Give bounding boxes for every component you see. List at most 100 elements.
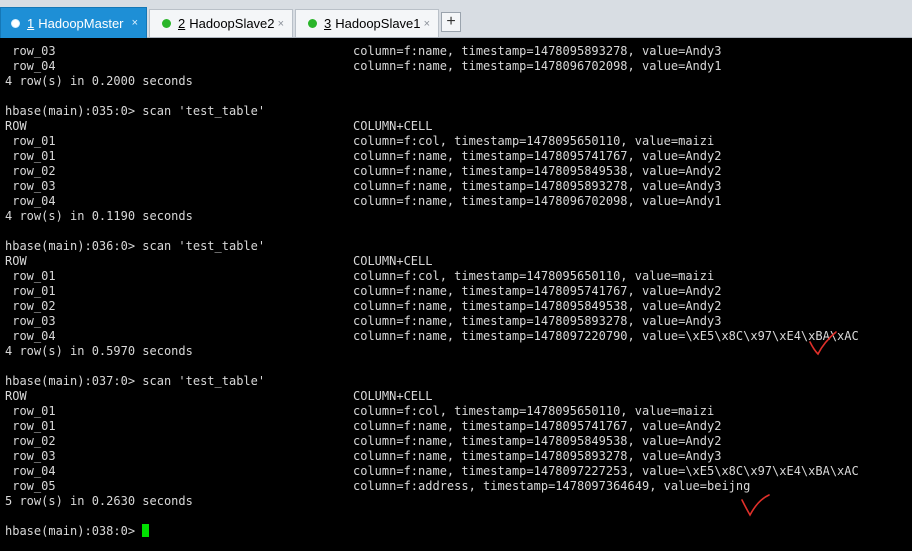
terminal-line: row_01 column=f:name, timestamp=147809574…: [5, 419, 721, 434]
line-text: 4 row(s) in 0.5970 seconds: [5, 344, 193, 358]
terminal-line: row_03 column=f:name, timestamp=147809589…: [5, 44, 721, 59]
terminal-line: 4 row(s) in 0.2000 seconds: [5, 74, 193, 89]
line-text: row_03: [5, 179, 56, 193]
terminal-line: 5 row(s) in 0.2630 seconds: [5, 494, 193, 509]
line-text: row_02: [5, 164, 56, 178]
terminal-line: row_01 column=f:col, timestamp=1478095650…: [5, 404, 714, 419]
terminal-line: row_04 column=f:name, timestamp=147809722…: [5, 464, 859, 479]
line-text: row_01: [5, 284, 56, 298]
line-text: 5 row(s) in 0.2630 seconds: [5, 494, 193, 508]
terminal-line: ROW COLUMN+CELL: [5, 389, 432, 404]
tab-bar: 1 HadoopMaster × 2 HadoopSlave2 × 3 Hado…: [0, 0, 912, 38]
column-cell-text: column=f:name, timestamp=1478095741767, …: [353, 419, 722, 433]
column-cell-text: column=f:col, timestamp=1478095650110, v…: [353, 269, 715, 283]
column-cell-text: column=f:address, timestamp=147809736464…: [353, 479, 751, 493]
line-text: 4 row(s) in 0.2000 seconds: [5, 74, 193, 88]
column-cell-text: COLUMN+CELL: [353, 389, 433, 403]
line-text: row_01: [5, 419, 56, 433]
terminal-line: row_02 column=f:name, timestamp=147809584…: [5, 164, 721, 179]
terminal-line: row_01 column=f:name, timestamp=147809574…: [5, 149, 721, 164]
column-cell-text: column=f:name, timestamp=1478095893278, …: [353, 449, 722, 463]
line-text: row_03: [5, 44, 56, 58]
tab-number: 1: [27, 15, 35, 31]
new-tab-button[interactable]: +: [441, 12, 461, 32]
line-text: row_04: [5, 194, 56, 208]
tab-label: HadoopMaster: [38, 15, 124, 31]
terminal-line: hbase(main):037:0> scan 'test_table': [5, 374, 265, 389]
line-text: row_03: [5, 314, 56, 328]
column-cell-text: column=f:name, timestamp=1478096702098, …: [353, 59, 722, 73]
terminal-line: row_01 column=f:col, timestamp=1478095650…: [5, 269, 714, 284]
connected-status-icon: [11, 18, 20, 28]
column-cell-text: column=f:col, timestamp=1478095650110, v…: [353, 134, 715, 148]
column-cell-text: column=f:col, timestamp=1478095650110, v…: [353, 404, 715, 418]
line-text: row_04: [5, 329, 56, 343]
tab-number: 3: [324, 16, 332, 31]
line-text: ROW: [5, 119, 27, 133]
close-icon[interactable]: ×: [424, 18, 430, 30]
column-cell-text: column=f:name, timestamp=1478095893278, …: [353, 179, 722, 193]
line-text: row_01: [5, 149, 56, 163]
terminal-line: row_03 column=f:name, timestamp=147809589…: [5, 179, 721, 194]
connected-status-icon: [162, 19, 171, 28]
terminal-line: ROW COLUMN+CELL: [5, 119, 432, 134]
line-text: row_02: [5, 299, 56, 313]
check-mark-annotation: [741, 494, 770, 517]
tab-hadoopslave2[interactable]: 2 HadoopSlave2 ×: [149, 9, 293, 37]
terminal-line: row_02 column=f:name, timestamp=147809584…: [5, 299, 721, 314]
column-cell-text: column=f:name, timestamp=1478095893278, …: [353, 314, 722, 328]
line-text: hbase(main):037:0> scan 'test_table': [5, 374, 266, 388]
line-text: row_04: [5, 59, 56, 73]
column-cell-text: column=f:name, timestamp=1478097227253, …: [353, 464, 859, 478]
terminal-line: row_04 column=f:name, timestamp=147809670…: [5, 194, 721, 209]
terminal-line: row_01 column=f:col, timestamp=1478095650…: [5, 134, 714, 149]
column-cell-text: column=f:name, timestamp=1478095741767, …: [353, 284, 722, 298]
terminal-line: row_02 column=f:name, timestamp=147809584…: [5, 434, 721, 449]
terminal-line: ROW COLUMN+CELL: [5, 254, 432, 269]
terminal-output[interactable]: row_03 column=f:name, timestamp=147809589…: [0, 38, 912, 551]
line-text: ROW: [5, 254, 27, 268]
line-text: row_01: [5, 269, 56, 283]
terminal-line: row_01 column=f:name, timestamp=147809574…: [5, 284, 721, 299]
terminal-line: 4 row(s) in 0.1190 seconds: [5, 209, 193, 224]
column-cell-text: column=f:name, timestamp=1478097220790, …: [353, 329, 859, 343]
tab-label: HadoopSlave2: [189, 16, 275, 31]
terminal-line: row_03 column=f:name, timestamp=147809589…: [5, 449, 721, 464]
line-text: row_05: [5, 479, 56, 493]
column-cell-text: COLUMN+CELL: [353, 119, 433, 133]
terminal-line: row_04 column=f:name, timestamp=147809722…: [5, 329, 859, 344]
column-cell-text: column=f:name, timestamp=1478096702098, …: [353, 194, 722, 208]
terminal-cursor: [142, 524, 150, 537]
tab-hadoopslave1[interactable]: 3 HadoopSlave1 ×: [295, 9, 439, 37]
tab-label: HadoopSlave1: [335, 16, 421, 31]
column-cell-text: column=f:name, timestamp=1478095849538, …: [353, 434, 722, 448]
terminal-line: row_04 column=f:name, timestamp=147809670…: [5, 59, 721, 74]
line-text: 4 row(s) in 0.1190 seconds: [5, 209, 193, 223]
line-text: hbase(main):038:0>: [5, 524, 143, 538]
line-text: row_01: [5, 404, 56, 418]
terminal-line: hbase(main):036:0> scan 'test_table': [5, 239, 265, 254]
line-text: row_02: [5, 434, 56, 448]
line-text: row_01: [5, 134, 56, 148]
terminal-line: row_03 column=f:name, timestamp=147809589…: [5, 314, 721, 329]
terminal-line: row_05 column=f:address, timestamp=147809…: [5, 479, 750, 494]
line-text: hbase(main):036:0> scan 'test_table': [5, 239, 266, 253]
column-cell-text: COLUMN+CELL: [353, 254, 433, 268]
tab-hadoopmaster[interactable]: 1 HadoopMaster ×: [0, 7, 147, 38]
column-cell-text: column=f:name, timestamp=1478095741767, …: [353, 149, 722, 163]
close-icon[interactable]: ×: [132, 17, 138, 29]
check-mark-annotation: [809, 331, 837, 356]
column-cell-text: column=f:name, timestamp=1478095849538, …: [353, 299, 722, 313]
connected-status-icon: [308, 19, 317, 28]
terminal-line: hbase(main):035:0> scan 'test_table': [5, 104, 265, 119]
close-icon[interactable]: ×: [278, 18, 284, 30]
column-cell-text: column=f:name, timestamp=1478095849538, …: [353, 164, 722, 178]
column-cell-text: column=f:name, timestamp=1478095893278, …: [353, 44, 722, 58]
line-text: hbase(main):035:0> scan 'test_table': [5, 104, 266, 118]
line-text: row_04: [5, 464, 56, 478]
line-text: ROW: [5, 389, 27, 403]
tab-number: 2: [178, 16, 186, 31]
terminal-line: hbase(main):038:0>: [5, 524, 150, 539]
terminal-line: 4 row(s) in 0.5970 seconds: [5, 344, 193, 359]
line-text: row_03: [5, 449, 56, 463]
